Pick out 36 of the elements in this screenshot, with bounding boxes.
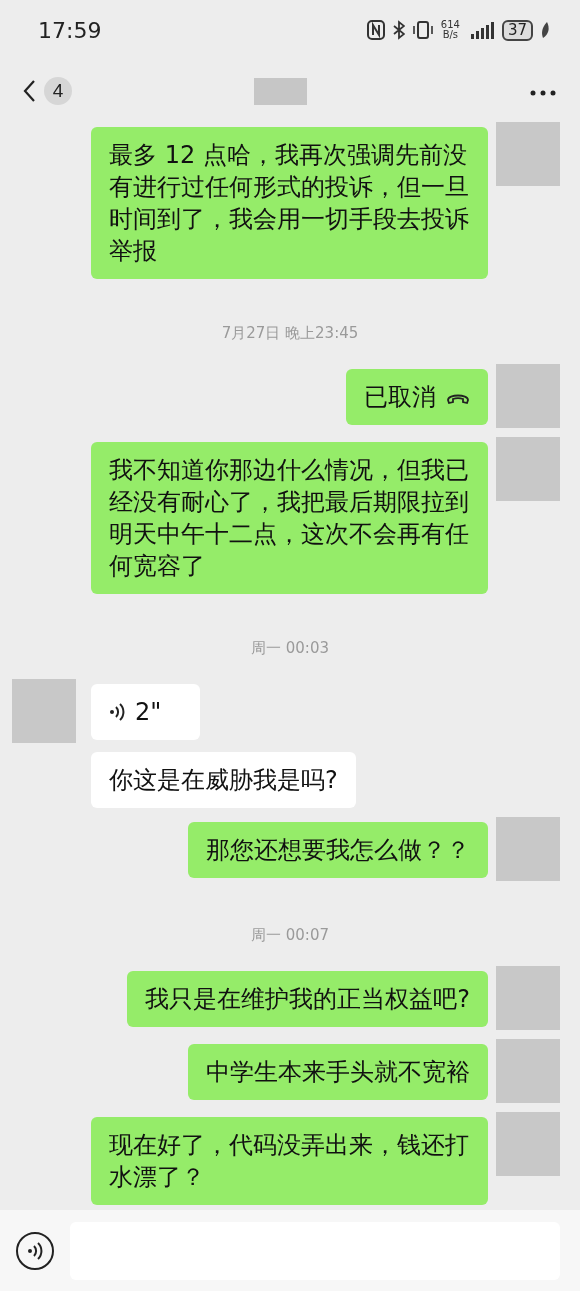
nfc-icon xyxy=(366,20,385,40)
message-bubble: 我只是在维护我的正当权益吧? xyxy=(127,971,488,1027)
bluetooth-icon xyxy=(391,20,405,40)
message-bubble: 我不知道你那边什么情况，但我已经没有耐心了，我把最后期限拉到明天中午十二点，这次不会再有任何宽容了 xyxy=(91,442,488,594)
avatar[interactable] xyxy=(496,364,560,428)
speed-unit: B/s xyxy=(442,30,459,40)
vibrate-icon xyxy=(411,20,434,40)
leaf-icon xyxy=(540,21,550,39)
network-speed: 614 xyxy=(440,20,460,30)
message-bubble: 中学生本来手头就不宽裕 xyxy=(188,1044,488,1100)
voice-message[interactable]: 2" xyxy=(91,684,200,740)
voice-icon xyxy=(15,1230,55,1271)
timestamp: 周一 00:07 xyxy=(250,925,330,945)
avatar[interactable] xyxy=(496,1039,560,1103)
timestamp: 7月27日 晚上23:45 xyxy=(220,323,360,343)
back-button[interactable]: 4 xyxy=(22,77,72,105)
avatar[interactable] xyxy=(496,966,560,1030)
avatar[interactable] xyxy=(496,817,560,881)
message-bubble: 最多 12 点哈，我再次强调先前没有进行过任何形式的投诉，但一旦时间到了，我会用一切手段去投诉举报 xyxy=(91,127,488,279)
avatar[interactable] xyxy=(496,1112,560,1176)
redacted-title xyxy=(254,77,307,105)
more-icon xyxy=(530,89,556,96)
battery-level: 37 xyxy=(501,19,533,41)
voice-input-button[interactable] xyxy=(15,1230,55,1271)
avatar[interactable] xyxy=(496,437,560,501)
avatar[interactable] xyxy=(496,122,560,186)
timestamp: 周一 00:03 xyxy=(250,638,330,658)
message-bubble: 现在好了，代码没弄出来，钱还打水漂了？ xyxy=(91,1117,488,1205)
message-bubble: 那您还想要我怎么做？？ xyxy=(188,822,488,878)
avatar[interactable] xyxy=(12,679,76,743)
call-bubble[interactable]: 已取消 xyxy=(346,369,488,425)
back-icon xyxy=(22,79,36,103)
unread-count: 4 xyxy=(44,77,72,105)
voice-icon xyxy=(109,702,125,722)
clock-time: 17:59 xyxy=(38,17,102,43)
message-bubble: 你这是在威胁我是吗? xyxy=(91,752,356,808)
